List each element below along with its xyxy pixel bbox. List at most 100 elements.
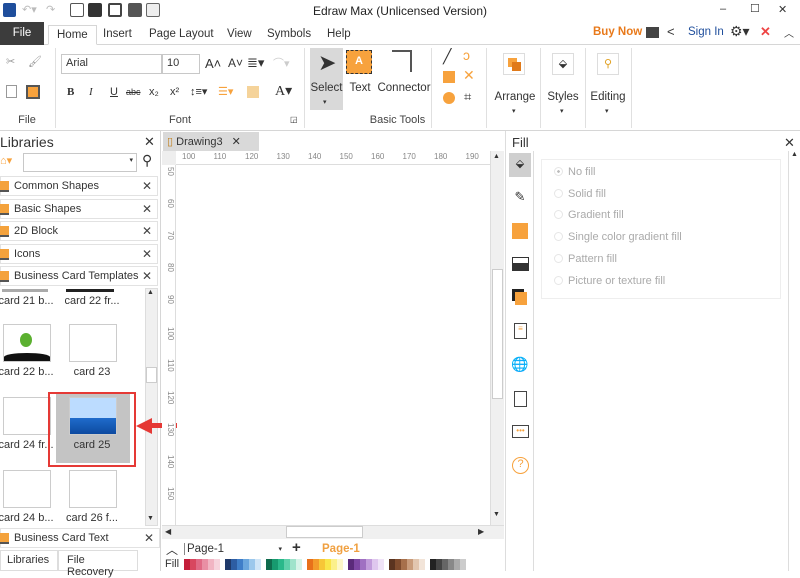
- fill-panel-close-button[interactable]: ✕: [784, 135, 795, 151]
- gallery-scrollbar[interactable]: ▲ ▼: [145, 288, 158, 526]
- share-icon[interactable]: <: [667, 24, 675, 39]
- tab-file[interactable]: File: [0, 22, 44, 45]
- bullets-icon[interactable]: ☰▾: [218, 85, 233, 98]
- arc-tool-icon[interactable]: ↄ: [463, 47, 470, 63]
- radio-icon[interactable]: [554, 167, 563, 176]
- line-tab-icon[interactable]: ✎: [510, 189, 530, 209]
- superscript-button[interactable]: x²: [170, 86, 179, 98]
- font-color-icon[interactable]: A▾: [275, 83, 292, 100]
- arrange-icon[interactable]: [503, 53, 525, 75]
- strikethrough-button[interactable]: abc: [126, 87, 141, 97]
- close-icon[interactable]: ✕: [142, 179, 152, 193]
- grow-font-icon[interactable]: A˄: [205, 56, 221, 71]
- cross-tool-icon[interactable]: ✕: [463, 67, 475, 84]
- search-icon[interactable]: ⚲: [142, 152, 152, 169]
- vscroll-thumb[interactable]: [492, 269, 503, 399]
- connector-label[interactable]: Connector: [376, 82, 432, 94]
- minimize-button[interactable]: –: [720, 3, 726, 15]
- fill-option-solid-fill[interactable]: Solid fill: [554, 188, 606, 200]
- paste-icon[interactable]: [26, 85, 40, 99]
- font-size-select[interactable]: 10: [162, 54, 200, 74]
- radio-icon[interactable]: [554, 210, 563, 220]
- template-thumbnail[interactable]: card 22 b...: [0, 320, 64, 390]
- radio-icon[interactable]: [554, 188, 563, 198]
- collapse-ribbon-icon[interactable]: ︿: [784, 25, 794, 40]
- fill-option-single-color-gradient-fill[interactable]: Single color gradient fill: [554, 231, 682, 243]
- attachment-tab-icon[interactable]: [514, 391, 527, 407]
- vertical-scrollbar[interactable]: ▲ ▼: [490, 151, 504, 525]
- bottom-tab-file-recovery[interactable]: File Recovery: [58, 550, 138, 578]
- tab-home[interactable]: Home: [48, 25, 97, 45]
- tab-page-layout[interactable]: Page Layout: [141, 25, 222, 45]
- font-name-select[interactable]: Arial: [61, 54, 162, 74]
- layer-tab-icon[interactable]: [512, 289, 527, 305]
- drawing-canvas[interactable]: [177, 165, 490, 525]
- subscript-button[interactable]: x₂: [149, 86, 159, 98]
- tab-drawing3[interactable]: ▯ Drawing3 ✕: [163, 132, 259, 151]
- hscroll-thumb[interactable]: [286, 526, 363, 538]
- library-icons[interactable]: Icons ✕: [0, 243, 158, 264]
- maximize-button[interactable]: ☐: [750, 2, 760, 15]
- bold-button[interactable]: B: [67, 86, 74, 98]
- arrange-button[interactable]: Arrange: [490, 91, 540, 103]
- gear-icon[interactable]: ⚙▾: [730, 23, 750, 40]
- fill-panel-scrollbar[interactable]: ▲: [788, 151, 800, 571]
- scroll-thumb[interactable]: [146, 367, 157, 383]
- shrink-font-icon[interactable]: A˅: [228, 56, 243, 70]
- styles-icon[interactable]: ⬙: [552, 53, 574, 75]
- tab-symbols[interactable]: Symbols: [259, 25, 319, 45]
- radio-icon[interactable]: [554, 253, 563, 263]
- close-icon[interactable]: ✕: [144, 531, 154, 545]
- fill-tab-icon[interactable]: ⬙: [509, 153, 531, 177]
- library-basic-shapes[interactable]: Basic Shapes ✕: [0, 198, 158, 219]
- radio-icon[interactable]: [554, 275, 563, 285]
- rectangle-tool-icon[interactable]: [443, 71, 455, 83]
- editing-button[interactable]: Editing: [586, 91, 630, 103]
- fill-option-gradient-fill[interactable]: Gradient fill: [554, 209, 624, 221]
- copy-icon[interactable]: [6, 85, 17, 98]
- libraries-close-button[interactable]: ✕: [144, 134, 155, 150]
- close-window-button[interactable]: ✕: [778, 3, 787, 16]
- image-tab-icon[interactable]: [512, 257, 529, 271]
- close-icon[interactable]: ✕: [142, 202, 152, 216]
- text-tool-label[interactable]: Text: [344, 82, 376, 94]
- ellipse-tool-icon[interactable]: [443, 92, 455, 104]
- curve-icon[interactable]: ⌒▾: [273, 55, 290, 71]
- page-tab-page-1[interactable]: Page-1: [322, 543, 360, 555]
- select-tool-button[interactable]: ➤ Select ▾: [310, 48, 343, 110]
- buy-now-link[interactable]: Buy Now: [593, 26, 642, 38]
- connector-icon[interactable]: [392, 50, 412, 72]
- shadow-tab-icon[interactable]: [512, 223, 528, 239]
- tab-view[interactable]: View: [219, 25, 260, 45]
- sign-in-link[interactable]: Sign In: [688, 26, 724, 38]
- bottom-tab-libraries[interactable]: Libraries: [0, 550, 58, 571]
- help-icon[interactable]: ?: [512, 457, 529, 474]
- line-tool-icon[interactable]: ╱: [443, 48, 451, 65]
- library-2d-block[interactable]: 2D Block ✕: [0, 221, 158, 241]
- cut-icon[interactable]: ✂: [6, 55, 15, 68]
- fill-option-picture-or-texture-fill[interactable]: Picture or texture fill: [554, 275, 665, 287]
- horizontal-scrollbar[interactable]: ◀ ▶: [162, 525, 504, 539]
- close-tab-icon[interactable]: ✕: [232, 136, 241, 148]
- styles-button[interactable]: Styles: [541, 91, 585, 103]
- highlight-icon[interactable]: [247, 86, 259, 98]
- home-icon[interactable]: ⌂▾: [0, 154, 12, 167]
- editing-search-icon[interactable]: ⚲: [597, 53, 619, 75]
- fill-option-no-fill[interactable]: No fill: [554, 166, 596, 178]
- hyperlink-globe-icon[interactable]: 🌐: [510, 356, 530, 376]
- share-box-icon[interactable]: [646, 27, 659, 38]
- template-thumbnail[interactable]: card 26 f...: [56, 466, 130, 527]
- italic-button[interactable]: I: [89, 86, 93, 98]
- page-select[interactable]: Page-1 ▾: [184, 543, 286, 555]
- add-page-button[interactable]: +: [292, 539, 301, 556]
- close-icon[interactable]: ✕: [142, 224, 152, 238]
- library-common-shapes[interactable]: Common Shapes ✕: [0, 176, 158, 196]
- tab-insert[interactable]: Insert: [95, 25, 140, 45]
- library-search-input[interactable]: ▾: [23, 153, 137, 172]
- close-icon[interactable]: ✕: [142, 269, 152, 283]
- text-tool-icon[interactable]: A: [346, 50, 372, 74]
- expand-pages-icon[interactable]: ︿: [166, 541, 178, 558]
- radio-icon[interactable]: [554, 232, 563, 242]
- fill-option-pattern-fill[interactable]: Pattern fill: [554, 253, 617, 265]
- close-icon[interactable]: ✕: [142, 247, 152, 261]
